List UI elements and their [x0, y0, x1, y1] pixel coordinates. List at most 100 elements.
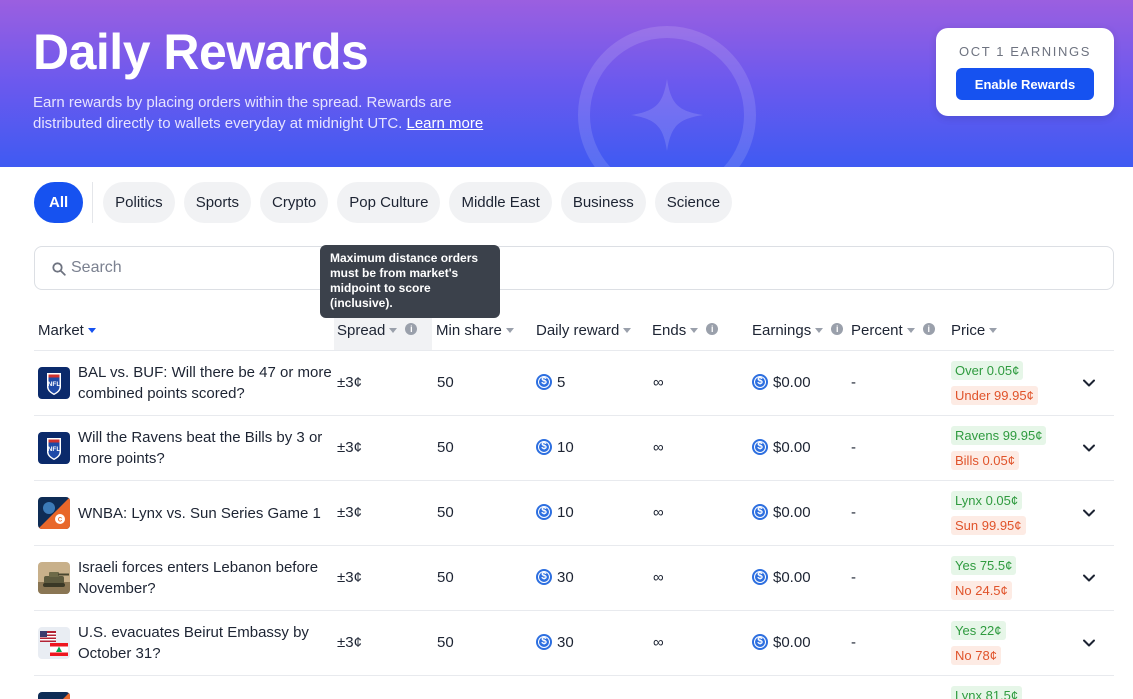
- daily-reward: 10: [536, 503, 574, 521]
- search-icon: [52, 262, 66, 276]
- earnings: $0.00: [752, 503, 811, 521]
- chevron-down-icon[interactable]: [1082, 376, 1096, 390]
- spread-value: ±3¢: [337, 569, 362, 586]
- earnings: $0.00: [752, 633, 811, 651]
- market-name[interactable]: Israeli forces enters Lebanon before Nov…: [78, 557, 338, 599]
- category-politics[interactable]: Politics: [103, 182, 175, 223]
- price-badge-down: Under 99.95¢: [951, 386, 1038, 405]
- earnings-card: OCT 1 EARNINGS Enable Rewards: [936, 28, 1114, 116]
- market-name[interactable]: BAL vs. BUF: Will there be 47 or more co…: [78, 362, 338, 404]
- percent-value: -: [851, 374, 856, 391]
- price-badge-down: No 78¢: [951, 646, 1001, 665]
- market-name[interactable]: Will the Ravens beat the Bills by 3 or m…: [78, 427, 338, 469]
- price-badge-up: Lynx 0.05¢: [951, 491, 1023, 510]
- search-box: [34, 246, 1114, 290]
- earnings-value: $0.00: [773, 569, 811, 586]
- info-icon[interactable]: i: [831, 323, 844, 336]
- daily-reward: 10: [536, 438, 574, 456]
- percent-value: -: [851, 569, 856, 586]
- chevron-down-icon[interactable]: [1082, 636, 1096, 650]
- column-min-share-label: Min share: [436, 322, 502, 339]
- info-icon[interactable]: i: [706, 323, 719, 336]
- sort-caret-icon: [505, 327, 514, 333]
- usdc-coin-icon: [536, 503, 552, 520]
- table-row[interactable]: NFL Will the Ravens beat the Bills by 3 …: [34, 415, 1114, 480]
- column-earnings-label: Earnings: [752, 322, 812, 339]
- price-badge-up: Yes 22¢: [951, 621, 1006, 640]
- usdc-coin-icon: [752, 503, 768, 520]
- percent-value: -: [851, 634, 856, 651]
- wnba-logo-icon: [38, 692, 70, 699]
- chevron-down-icon[interactable]: [1082, 506, 1096, 520]
- category-business[interactable]: Business: [560, 182, 646, 223]
- min-share-value: 50: [437, 634, 454, 651]
- sort-caret-icon: [623, 327, 632, 333]
- flags-image-icon: [38, 627, 70, 659]
- spread-value: ±3¢: [337, 374, 362, 391]
- column-daily-reward[interactable]: Daily reward: [536, 312, 632, 350]
- category-sports[interactable]: Sports: [183, 182, 252, 223]
- spread-value: ±3¢: [337, 634, 362, 651]
- earnings: $0.00: [752, 568, 811, 586]
- price-badge-up: Over 0.05¢: [951, 361, 1024, 380]
- learn-more-link[interactable]: Learn more: [407, 115, 484, 132]
- earnings-value: $0.00: [773, 374, 811, 391]
- spread-value: ±3¢: [337, 439, 362, 456]
- table-row[interactable]: Israeli forces enters Lebanon before Nov…: [34, 545, 1114, 610]
- tank-image-icon: [38, 562, 70, 594]
- min-share-value: 50: [437, 504, 454, 521]
- min-share-value: 50: [437, 569, 454, 586]
- usdc-coin-icon: [752, 633, 768, 650]
- spread-tooltip: Maximum distance orders must be from mar…: [320, 245, 500, 318]
- sort-caret-icon: [690, 327, 699, 333]
- wnba-logo-icon: C: [38, 497, 70, 529]
- category-middle-east[interactable]: Middle East: [449, 182, 552, 223]
- min-share-value: 50: [437, 374, 454, 391]
- table-header: Market Spread i Min share Daily reward En…: [34, 312, 1114, 350]
- info-icon[interactable]: i: [922, 323, 935, 336]
- category-all[interactable]: All: [34, 182, 84, 223]
- daily-reward: 5: [536, 373, 566, 391]
- category-science[interactable]: Science: [654, 182, 733, 223]
- column-percent-label: Percent: [851, 322, 903, 339]
- column-spread-label: Spread: [337, 322, 386, 339]
- earnings: $0.00: [752, 438, 811, 456]
- daily-reward-value: 10: [557, 439, 574, 456]
- chevron-down-icon[interactable]: [1082, 441, 1096, 455]
- sort-caret-icon: [906, 327, 915, 333]
- table-row[interactable]: C WNBA: Lynx vs. Sun Series Game 1 ±3¢ 5…: [34, 480, 1114, 545]
- info-icon[interactable]: i: [405, 323, 418, 336]
- chevron-down-icon[interactable]: [1082, 571, 1096, 585]
- usdc-coin-icon: [752, 373, 768, 390]
- enable-rewards-button[interactable]: Enable Rewards: [956, 68, 1094, 100]
- table-row[interactable]: NFL BAL vs. BUF: Will there be 47 or mor…: [34, 350, 1114, 415]
- price-badge-up: Lynx 81.5¢: [951, 686, 1023, 699]
- table-row[interactable]: U.S. evacuates Beirut Embassy by October…: [34, 610, 1114, 675]
- nfl-logo-icon: NFL: [38, 367, 70, 399]
- market-name[interactable]: U.S. evacuates Beirut Embassy by October…: [78, 622, 338, 664]
- nfl-logo-icon: NFL: [38, 432, 70, 464]
- pill-divider: [92, 182, 94, 223]
- min-share-value: 50: [437, 439, 454, 456]
- ends-value: ∞: [653, 634, 664, 651]
- column-earnings[interactable]: Earnings i: [752, 312, 844, 350]
- category-pop-culture[interactable]: Pop Culture: [337, 182, 441, 223]
- column-ends[interactable]: Ends i: [652, 312, 719, 350]
- daily-reward-value: 5: [557, 374, 566, 391]
- ends-value: ∞: [653, 374, 664, 391]
- column-market-label: Market: [38, 322, 84, 339]
- price-badge-down: Sun 99.95¢: [951, 516, 1026, 535]
- column-market[interactable]: Market: [38, 312, 96, 350]
- column-price[interactable]: Price: [951, 312, 998, 350]
- category-crypto[interactable]: Crypto: [260, 182, 329, 223]
- hero-description: Earn rewards by placing orders within th…: [33, 92, 503, 134]
- percent-value: -: [851, 439, 856, 456]
- usdc-coin-icon: [536, 568, 552, 585]
- svg-text:C: C: [58, 518, 63, 524]
- earnings-value: $0.00: [773, 634, 811, 651]
- table-row[interactable]: Lynx 81.5¢: [34, 675, 1114, 699]
- market-name[interactable]: WNBA: Lynx vs. Sun Series Game 1: [78, 503, 338, 524]
- column-percent[interactable]: Percent i: [851, 312, 935, 350]
- percent-value: -: [851, 504, 856, 521]
- usdc-coin-icon: [752, 568, 768, 585]
